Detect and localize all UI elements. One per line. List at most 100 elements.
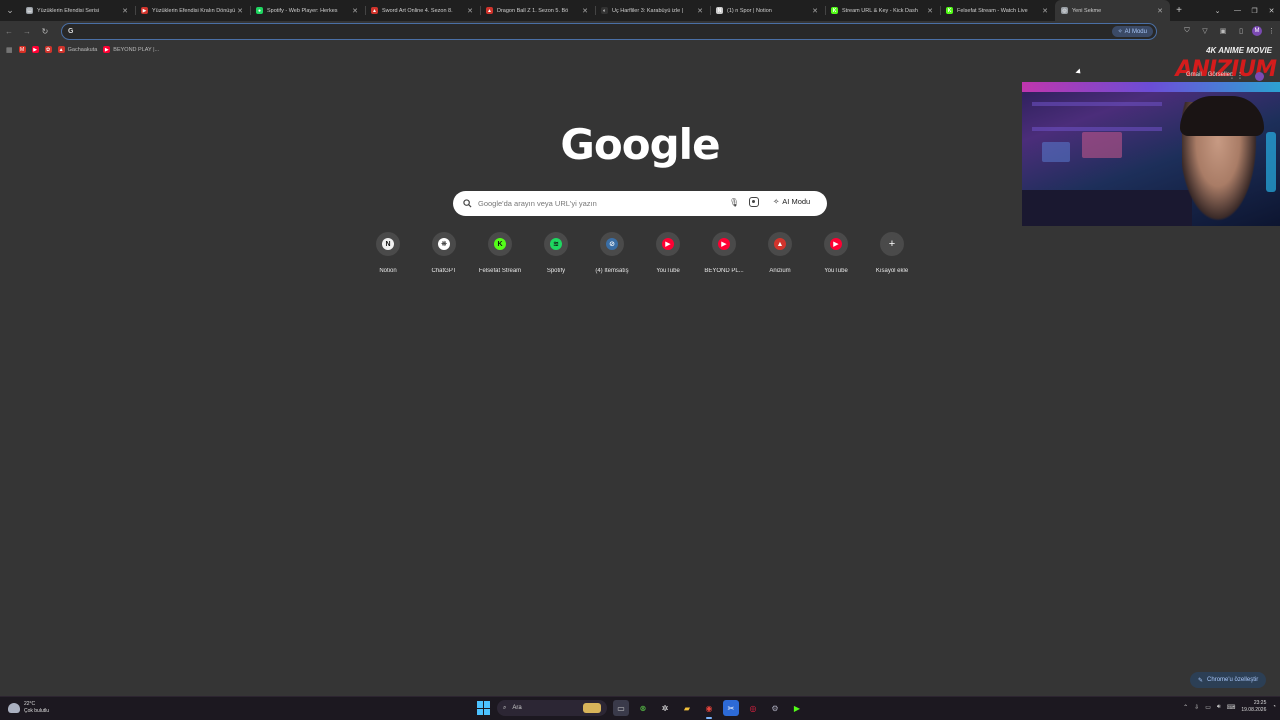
shortcut-tile[interactable]: ▶ YouTube bbox=[808, 232, 864, 274]
browser-tab[interactable]: K Stream URL & Key - Kick Dash ✕ bbox=[825, 0, 940, 21]
search-box[interactable]: 🎙︎ ✧ AI Modu bbox=[453, 191, 827, 216]
notification-bell-icon[interactable]: ◔ bbox=[1272, 704, 1276, 710]
bookmark-item[interactable]: ✿ bbox=[44, 46, 52, 53]
shortcut-tile[interactable]: N Notion bbox=[360, 232, 416, 274]
windows-start-icon[interactable] bbox=[477, 701, 491, 715]
xbox-icon[interactable]: ⊗ bbox=[635, 700, 651, 716]
bookmark-item[interactable]: ▶ BEYOND PLAY |... bbox=[103, 46, 159, 53]
task-view-icon[interactable]: ▭ bbox=[613, 700, 629, 716]
browser-tab[interactable]: ◐ Üç Harfliler 3: Karabüyü izle | ✕ bbox=[595, 0, 710, 21]
tab-close-icon[interactable]: ✕ bbox=[581, 7, 589, 15]
bookmark-item[interactable]: ▶ bbox=[31, 46, 39, 53]
tab-title: Felsefat Stream - Watch Live bbox=[957, 7, 1028, 14]
tab-close-icon[interactable]: ✕ bbox=[696, 7, 704, 15]
tab-title: Yüzüklerin Efendisi Serisi bbox=[37, 7, 100, 14]
bookmark-favicon: ▶ bbox=[31, 46, 39, 53]
tab-favicon: ◎ bbox=[1061, 7, 1068, 14]
gmail-link[interactable]: Gmail bbox=[1186, 72, 1202, 78]
profile-avatar[interactable]: M bbox=[1252, 26, 1262, 36]
back-button[interactable]: ← bbox=[0, 23, 18, 41]
shortcut-tile[interactable]: ▲ Anizium bbox=[752, 232, 808, 274]
shortcut-tile[interactable]: ❋ ChatGPT bbox=[416, 232, 472, 274]
browser-tab[interactable]: K Felsefat Stream - Watch Live ✕ bbox=[940, 0, 1055, 21]
shortcut-label: ChatGPT bbox=[431, 268, 457, 274]
volume-icon[interactable]: 🔊︎ bbox=[1217, 704, 1221, 711]
obs-icon[interactable]: ◎ bbox=[745, 700, 761, 716]
bookmark-label: BEYOND PLAY |... bbox=[113, 46, 160, 53]
chevron-down-icon[interactable]: ⌄ bbox=[1209, 0, 1226, 21]
taskbar-search-label: Ara bbox=[512, 705, 522, 711]
forward-button[interactable]: → bbox=[18, 23, 36, 41]
tab-close-icon[interactable]: ✕ bbox=[351, 7, 359, 15]
tab-close-icon[interactable]: ✕ bbox=[121, 7, 129, 15]
kebab-menu-icon[interactable]: ⋮ bbox=[1268, 27, 1275, 35]
close-window-button[interactable]: ✕ bbox=[1263, 0, 1280, 21]
shortcut-icon-circle: N bbox=[376, 232, 400, 256]
maximize-button[interactable]: ❐ bbox=[1246, 0, 1263, 21]
tab-search-button[interactable]: ⌄ bbox=[0, 0, 20, 21]
apps-grid-icon[interactable]: ▦ bbox=[6, 46, 13, 54]
kick-icon[interactable]: ▶ bbox=[789, 700, 805, 716]
file-explorer-icon[interactable]: ▰ bbox=[679, 700, 695, 716]
shortcut-icon: ⊘ bbox=[606, 238, 618, 250]
shortcut-tile[interactable]: K Felsefat Stream bbox=[472, 232, 528, 274]
tab-close-icon[interactable]: ✕ bbox=[466, 7, 474, 15]
shortcut-icon: + bbox=[886, 238, 898, 250]
bookmark-item[interactable]: M bbox=[18, 46, 26, 53]
taskbar-search[interactable]: ⌕ Ara bbox=[497, 700, 607, 716]
google-apps-icon[interactable]: ⋮⋮ bbox=[1228, 71, 1244, 80]
shortcut-tile[interactable]: ▶ BEYOND PL... bbox=[696, 232, 752, 274]
microphone-icon[interactable]: 🎙︎ bbox=[729, 198, 739, 207]
new-tab-button[interactable]: + bbox=[1170, 5, 1188, 16]
tab-close-icon[interactable]: ✕ bbox=[811, 7, 819, 15]
browser-tab[interactable]: ▤ Yüzüklerin Efendisi Serisi ✕ bbox=[20, 0, 135, 21]
search-highlight-art bbox=[583, 703, 601, 713]
browser-tab[interactable]: ◎ Yeni Sekme ✕ bbox=[1055, 0, 1170, 21]
system-clock[interactable]: 23:25 19.08.2026 bbox=[1241, 700, 1266, 714]
split-view-icon[interactable]: ▯ bbox=[1234, 24, 1248, 38]
shortcut-label: Spotify bbox=[546, 268, 566, 274]
tab-close-icon[interactable]: ✕ bbox=[1156, 7, 1164, 15]
minimize-button[interactable]: — bbox=[1229, 0, 1246, 21]
search-input[interactable] bbox=[478, 199, 718, 208]
settings-gear-icon[interactable]: ⚙ bbox=[767, 700, 783, 716]
shortcut-icon-circle: + bbox=[880, 232, 904, 256]
chevron-up-icon[interactable]: ⌃ bbox=[1183, 704, 1188, 711]
customize-chrome-button[interactable]: ✎ Chrome'u özelleştir bbox=[1190, 672, 1267, 688]
google-lens-icon[interactable] bbox=[749, 197, 759, 207]
browser-tab[interactable]: ● Spotify - Web Player: Herkes ✕ bbox=[250, 0, 365, 21]
windows-taskbar: 22°C Çok bulutlu ⌕ Ara ▭ ⊗ ✲ ▰ ◉ ✂ ◎ ⚙ ▶… bbox=[0, 696, 1280, 720]
omnibox-ai-mode-button[interactable]: ✧ AI Modu bbox=[1111, 26, 1153, 37]
account-avatar[interactable] bbox=[1255, 72, 1264, 81]
address-bar[interactable]: G ✧ AI Modu bbox=[61, 23, 1157, 40]
bookmark-item[interactable]: ▲ Gachaakuta bbox=[57, 46, 97, 53]
chrome-icon[interactable]: ◉ bbox=[701, 700, 717, 719]
app-icon[interactable]: ✲ bbox=[657, 700, 673, 716]
extensions-puzzle-icon[interactable]: ▣ bbox=[1216, 24, 1230, 38]
tab-close-icon[interactable]: ✕ bbox=[236, 7, 244, 15]
snipping-tool-icon[interactable]: ✂ bbox=[723, 700, 739, 716]
language-icon[interactable]: ⌨ bbox=[1227, 704, 1236, 711]
shortcut-icon: ❋ bbox=[438, 238, 450, 250]
shortcut-tile[interactable]: ▶ YouTube bbox=[640, 232, 696, 274]
network-icon[interactable]: ▭ bbox=[1205, 704, 1211, 711]
tray-download-icon[interactable]: ⇩ bbox=[1194, 704, 1199, 711]
ai-mode-button[interactable]: ✧ AI Modu bbox=[773, 197, 810, 206]
extension-filter-icon[interactable]: ▽ bbox=[1198, 24, 1212, 38]
extension-shield-icon[interactable]: ⛉ bbox=[1180, 24, 1194, 38]
bookmark-favicon: ✿ bbox=[44, 46, 52, 53]
browser-tab[interactable]: N (1) n Spor | Notion ✕ bbox=[710, 0, 825, 21]
tab-favicon: K bbox=[831, 7, 838, 14]
weather-widget[interactable]: 22°C Çok bulutlu bbox=[8, 701, 49, 715]
browser-tab[interactable]: ▲ Sword Art Online 4. Sezon 8. ✕ bbox=[365, 0, 480, 21]
shortcut-tile[interactable]: ≋ Spotify bbox=[528, 232, 584, 274]
tab-close-icon[interactable]: ✕ bbox=[1041, 7, 1049, 15]
browser-tab[interactable]: ▲ Dragon Ball Z 1. Sezon 5. Bö ✕ bbox=[480, 0, 595, 21]
shortcut-tile[interactable]: ⊘ (4) İtemsatış bbox=[584, 232, 640, 274]
tab-title: Sword Art Online 4. Sezon 8. bbox=[382, 7, 453, 14]
google-logo: Google bbox=[560, 120, 720, 169]
reload-button[interactable]: ↻ bbox=[36, 23, 54, 41]
browser-tab[interactable]: ▶ Yüzüklerin Efendisi Kralın Dönüşü ✕ bbox=[135, 0, 250, 21]
tab-close-icon[interactable]: ✕ bbox=[926, 7, 934, 15]
add-shortcut-button[interactable]: + Kısayol ekle bbox=[864, 232, 920, 274]
